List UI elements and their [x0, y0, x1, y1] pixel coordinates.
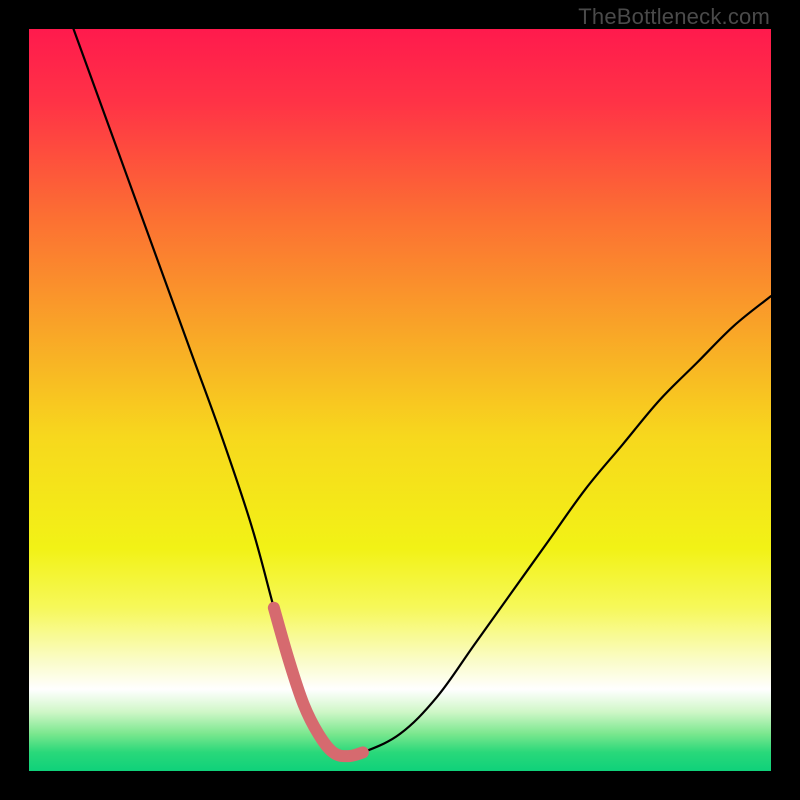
- curve-layer: [29, 29, 771, 771]
- plot-area: [29, 29, 771, 771]
- bottleneck-curve: [74, 29, 771, 756]
- bottleneck-highlight: [274, 608, 363, 756]
- watermark-text: TheBottleneck.com: [578, 4, 770, 30]
